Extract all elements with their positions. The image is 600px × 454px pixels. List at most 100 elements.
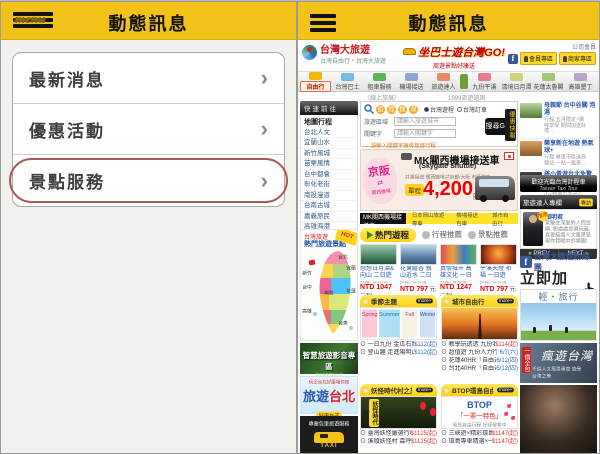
section-link[interactable]: ⊙ 超值遊 九份人力行程車6/7(六) — [441, 349, 518, 357]
product-card[interactable]: 花東縱谷 親山近水 二日遊 行程: 台北車站出發~ NTD 797 元起 — [400, 244, 437, 302]
corp-member-link[interactable]: 公司會員 — [508, 42, 596, 51]
nav-tab-cingjing[interactable]: 清境日月潭 — [501, 72, 532, 91]
section-link[interactable]: ⊙ 教學玩透透 九份老街×野柳$114(起) — [441, 341, 518, 349]
section-link[interactable]: ⊙ 登山趣 走進陽明山 擁抱自然$112(起) — [360, 349, 437, 357]
taiwan-hotspot-map[interactable]: 台灣旅遊 熱門旅遊景點 HOT 台北 宜蘭 新竹 台中 花蓮 南投 高雄 台東 — [300, 229, 358, 341]
sidebar-item[interactable]: 南投漫遊 — [301, 191, 357, 202]
tab-hot-tours[interactable]: 熱門遊程 — [360, 227, 417, 242]
smart-travel-video-banner[interactable]: 智慧旅遊影音專區 Smart Travel — [300, 343, 358, 377]
taipei101-sunset-image[interactable] — [441, 307, 518, 340]
strip-tab-active[interactable]: MK關西機場接送車 — [360, 213, 406, 230]
formosa-tour-banner[interactable]: 一價全包 瘋遊台灣 千餘人文風景專車 感受台灣之美 — [520, 343, 597, 383]
sidebar-item[interactable]: 台南古城 — [301, 201, 357, 212]
link-price: $1125(起) — [410, 431, 437, 437]
sun-icon — [443, 297, 450, 305]
yokai-village-image[interactable]: 妖怪時代村 — [360, 396, 437, 429]
product-card[interactable]: 平溪天燈 祈福 一日遊 行程: 台北車站出發~ NTD 797 元起 — [480, 244, 517, 302]
map-label: 台北 — [338, 255, 348, 261]
sidebar-item[interactable]: 苗栗風情 — [301, 159, 357, 170]
sun-icon — [443, 386, 450, 394]
light-travel-banner[interactable]: 輕・旅行 — [520, 289, 597, 341]
section-link[interactable]: ⊙ 環島專車精選×一日遊$1147(起) — [441, 438, 518, 446]
more-button[interactable]: more+ — [496, 298, 514, 304]
banner-tag: 一價全包 — [522, 347, 531, 373]
news-title: 母親節 台中谷關 泡湯 — [544, 103, 596, 116]
sidebar-item[interactable]: 彰化老街 — [301, 180, 357, 191]
taiwan-taxi-tour-banner[interactable]: 歡迎光臨台灣計程車 Taiwan Taxi Tour — [520, 175, 597, 192]
field-label: 關鍵字 — [364, 132, 383, 138]
facebook-icon[interactable]: f — [507, 53, 518, 64]
person-icon — [523, 55, 528, 62]
keyword-input[interactable]: 請輸入關鍵字 — [394, 129, 456, 138]
taxi-icon — [314, 432, 344, 443]
nav-tab-hualien[interactable]: 花蓮太魯閣 — [533, 72, 564, 91]
mk-kansai-shuttle-banner[interactable]: 京阪 ⇄ 關西機場 MK關西機場接送車 (Skygate Shuttle) 共乘… — [360, 149, 518, 211]
field-label: 旅遊區域 — [364, 120, 389, 126]
beach-icon — [574, 72, 587, 81]
radio-taiwan-tour[interactable]: 台灣遊程 — [424, 105, 454, 114]
section-link[interactable]: ⊙ 溪頭妖怪村 森呼吸 一日遊$1125(起) — [360, 438, 437, 446]
menu-item-label: 景點服務 — [29, 173, 105, 192]
season-panel: Fall — [401, 309, 418, 338]
product-title: 花東縱谷 親山近水 二日遊 — [400, 266, 432, 279]
strip-link[interactable]: 城市自由行 — [488, 210, 516, 227]
banner-line1: 歡迎光臨台灣計程車 — [531, 180, 586, 186]
link-price: $112(起) — [414, 342, 437, 348]
section-link[interactable]: ⊙ 花蓮40HR「自由選」包車遊6/12(四) — [441, 357, 518, 365]
nav-tab-travel-expert[interactable]: 旅遊達人 — [428, 72, 459, 91]
section-link[interactable]: ⊙ 一日九份 金瓜石風情 夜市遊$112(起) — [360, 341, 437, 349]
menu-item-latest-news[interactable]: 最新消息 › — [13, 53, 284, 104]
sidebar-item[interactable]: 嘉義原民 — [301, 212, 357, 223]
more-button[interactable]: more+ — [415, 387, 433, 393]
sidebar-item[interactable]: 台中都會 — [301, 170, 357, 181]
link-text: ⊙ 一日九份 金瓜石風情 夜市遊 — [360, 342, 414, 348]
nav-tab-free-travel[interactable]: 自由行 — [300, 71, 331, 92]
promo-banner[interactable]: 坐巴士遊台灣GO! 周遊景點好康送 — [398, 43, 510, 70]
nav-label: 九份平溪 — [472, 84, 497, 91]
sidebar-item[interactable]: 新竹風城 — [301, 149, 357, 160]
travel-taipei-banner[interactable]: 玩全台北好康報你知 旅遊台北 好康在這 — [300, 376, 358, 420]
nav-tab-kenting[interactable]: 高雄墾丁 — [565, 72, 596, 91]
site-logo[interactable]: 台灣大旅遊 台灣自由行・台灣大旅遊 — [302, 45, 386, 65]
search-logo-chip: 程 — [387, 104, 396, 114]
menu-item-attraction-services[interactable]: 景點服務 › — [9, 155, 288, 206]
strip-link[interactable]: 日本岡山旅遊專車 — [408, 210, 449, 227]
sidebar-item[interactable]: 台北人文 — [301, 128, 357, 139]
tab-label: 行程推薦 — [432, 230, 463, 239]
section-link[interactable]: ⊙ 三峽遊×精彩環島趣~口$1147(起) — [441, 430, 518, 438]
product-desc: 行程: 台北/台中出發~ — [360, 280, 390, 284]
section-link[interactable]: ⊙ 台北40HR「自由選」包車遊6/12(四) — [441, 365, 518, 373]
nav-tab-taiwan-bus[interactable]: 台灣巴士 — [332, 72, 363, 91]
link-text: ⊙ 花蓮40HR「自由選」包車遊 — [441, 358, 496, 365]
deals-flash-ribbon[interactable]: 優惠快報 — [505, 109, 516, 141]
tab-label: 景點推薦 — [478, 230, 509, 239]
tab-attractions[interactable]: 景點推薦 — [468, 229, 508, 240]
nav-tab-airport-shuttle[interactable]: 機場接送 — [396, 72, 427, 91]
taxi-tour-banner[interactable]: 專業包車旅遊服務 TAXI — [300, 416, 358, 453]
region-input[interactable]: 請輸入旅遊城市 — [394, 117, 456, 126]
product-card[interactable]: 戀戀日月潭&向山 二日遊 行程: 台北/台中出發~ NTD 1047 元起 — [360, 244, 397, 300]
product-card[interactable]: 真情城市 高雄文化 一日遊 行程: 高雄車站出發~ NTD 1247 元起 — [440, 244, 477, 300]
lantern-icon — [420, 402, 426, 410]
btop-promo-image[interactable]: BTOP 「一票一特色」 環島自由行程 好評發售中 — [441, 396, 518, 429]
link-text: ⊙ 超值遊 九份人力行程車 — [441, 350, 497, 357]
left-header: menu 動態訊息 — [1, 2, 296, 40]
more-button[interactable]: more+ — [496, 387, 514, 393]
sidebar-item[interactable]: 宜蘭山水 — [301, 138, 357, 149]
news-item[interactable]: 樂享新在地遊 熱氣球+ 行程:專車市區送高鐵站 一站一風景... — [520, 139, 597, 171]
tab-itinerary[interactable]: 行程推薦 — [422, 229, 462, 240]
portrait-photo-banner[interactable] — [520, 385, 597, 453]
merchant-zone-button[interactable]: 商家專區 — [558, 52, 596, 65]
product-price: NTD 797 — [480, 286, 509, 293]
nav-tab-jiufen[interactable]: 九份平溪 — [469, 72, 500, 91]
menu-item-promotions[interactable]: 優惠活動 › — [13, 104, 284, 155]
more-button[interactable]: more+ — [415, 298, 433, 304]
member-zone-button[interactable]: 會員專區 — [519, 52, 557, 65]
strip-link[interactable]: 機場接送包車 — [453, 210, 485, 227]
nav-tab-car-rental[interactable]: 租車服務 — [364, 72, 395, 91]
section-link[interactable]: ⊙ 臺灣妖怪嚴選行程 秒殺中$1125(起) — [360, 430, 437, 438]
news-item[interactable]: 母親節 台中谷關 泡湯 行程:五月限定~媽咪享受 期間加送好禮... — [520, 101, 597, 139]
site-navbar: 自由行 台灣巴士 租車服務 機場接送 旅遊達人 九份平溪 清境日月潭 花蓮太魯閣… — [298, 71, 599, 92]
four-seasons-image[interactable]: Spring Summer Fall Winter — [360, 307, 437, 340]
radio-taiwan-car[interactable]: 台灣訂車 — [457, 105, 487, 114]
